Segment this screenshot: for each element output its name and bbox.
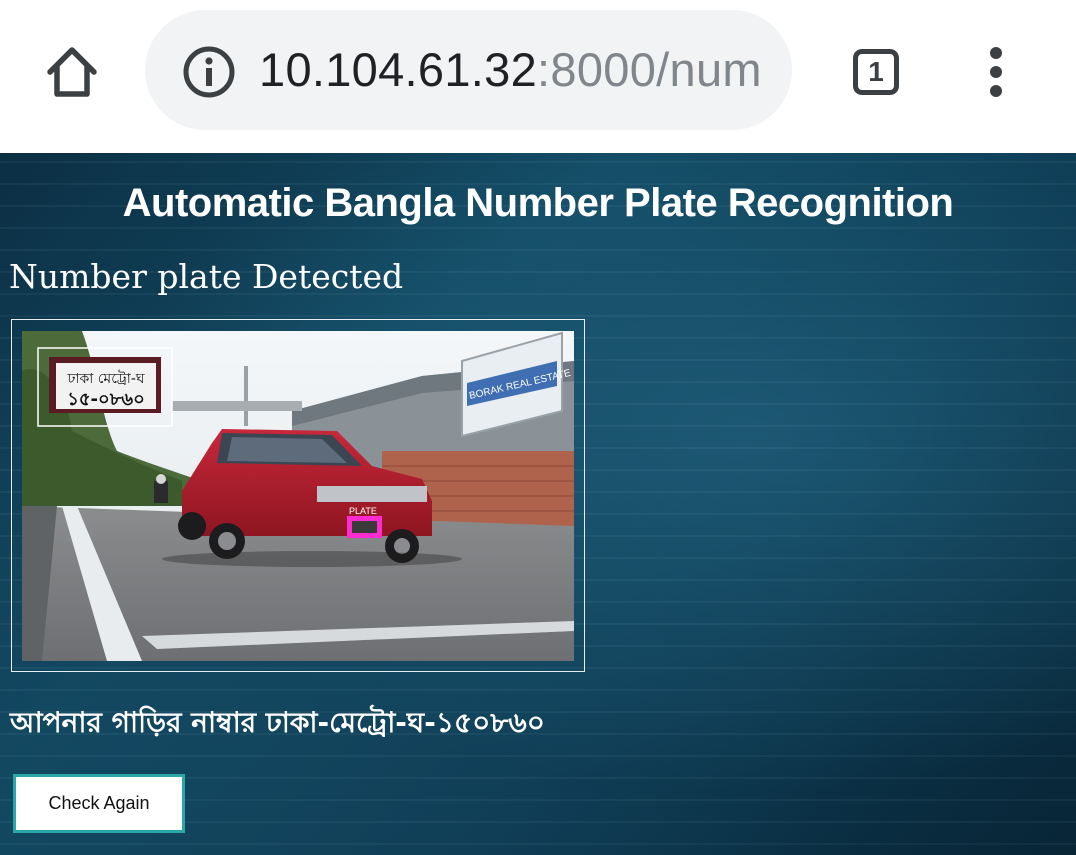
overflow-menu-icon[interactable] <box>972 40 1020 104</box>
page-body: Automatic Bangla Number Plate Recognitio… <box>0 153 1076 855</box>
plate-line1: ঢাকা মেট্রো-ঘ <box>66 370 144 387</box>
url-host: 10.104.61.32 <box>259 43 538 96</box>
check-again-button[interactable]: Check Again <box>13 774 185 833</box>
browser-toolbar: 10.104.61.32:8000/num 1 <box>0 0 1076 153</box>
page-title: Automatic Bangla Number Plate Recognitio… <box>122 181 954 225</box>
car-photo: BORAK REAL ESTATE PLATE ঢাকা মেট্রো-ঘ ১৫… <box>22 331 574 661</box>
plate-line2: ১৫-০৮৬০ <box>67 389 145 410</box>
tab-switcher-button[interactable]: 1 <box>848 44 904 100</box>
tab-count: 1 <box>868 56 884 87</box>
info-icon[interactable] <box>181 44 237 100</box>
detection-image: BORAK REAL ESTATE PLATE ঢাকা মেট্রো-ঘ ১৫… <box>22 331 574 661</box>
tab-switcher-icon: 1 <box>853 49 899 95</box>
home-button[interactable] <box>40 40 104 104</box>
url-path: :8000/num <box>537 43 762 96</box>
home-icon <box>47 47 97 97</box>
address-bar[interactable]: 10.104.61.32:8000/num <box>145 10 792 130</box>
url-text[interactable]: 10.104.61.32:8000/num <box>259 38 764 102</box>
recognition-result: আপনার গাড়ির নাম্বার ঢাকা-মেট্রো-ঘ-১৫০৮৬… <box>10 706 545 739</box>
detection-label: PLATE <box>349 506 377 516</box>
section-heading: Number plate Detected <box>9 257 404 296</box>
